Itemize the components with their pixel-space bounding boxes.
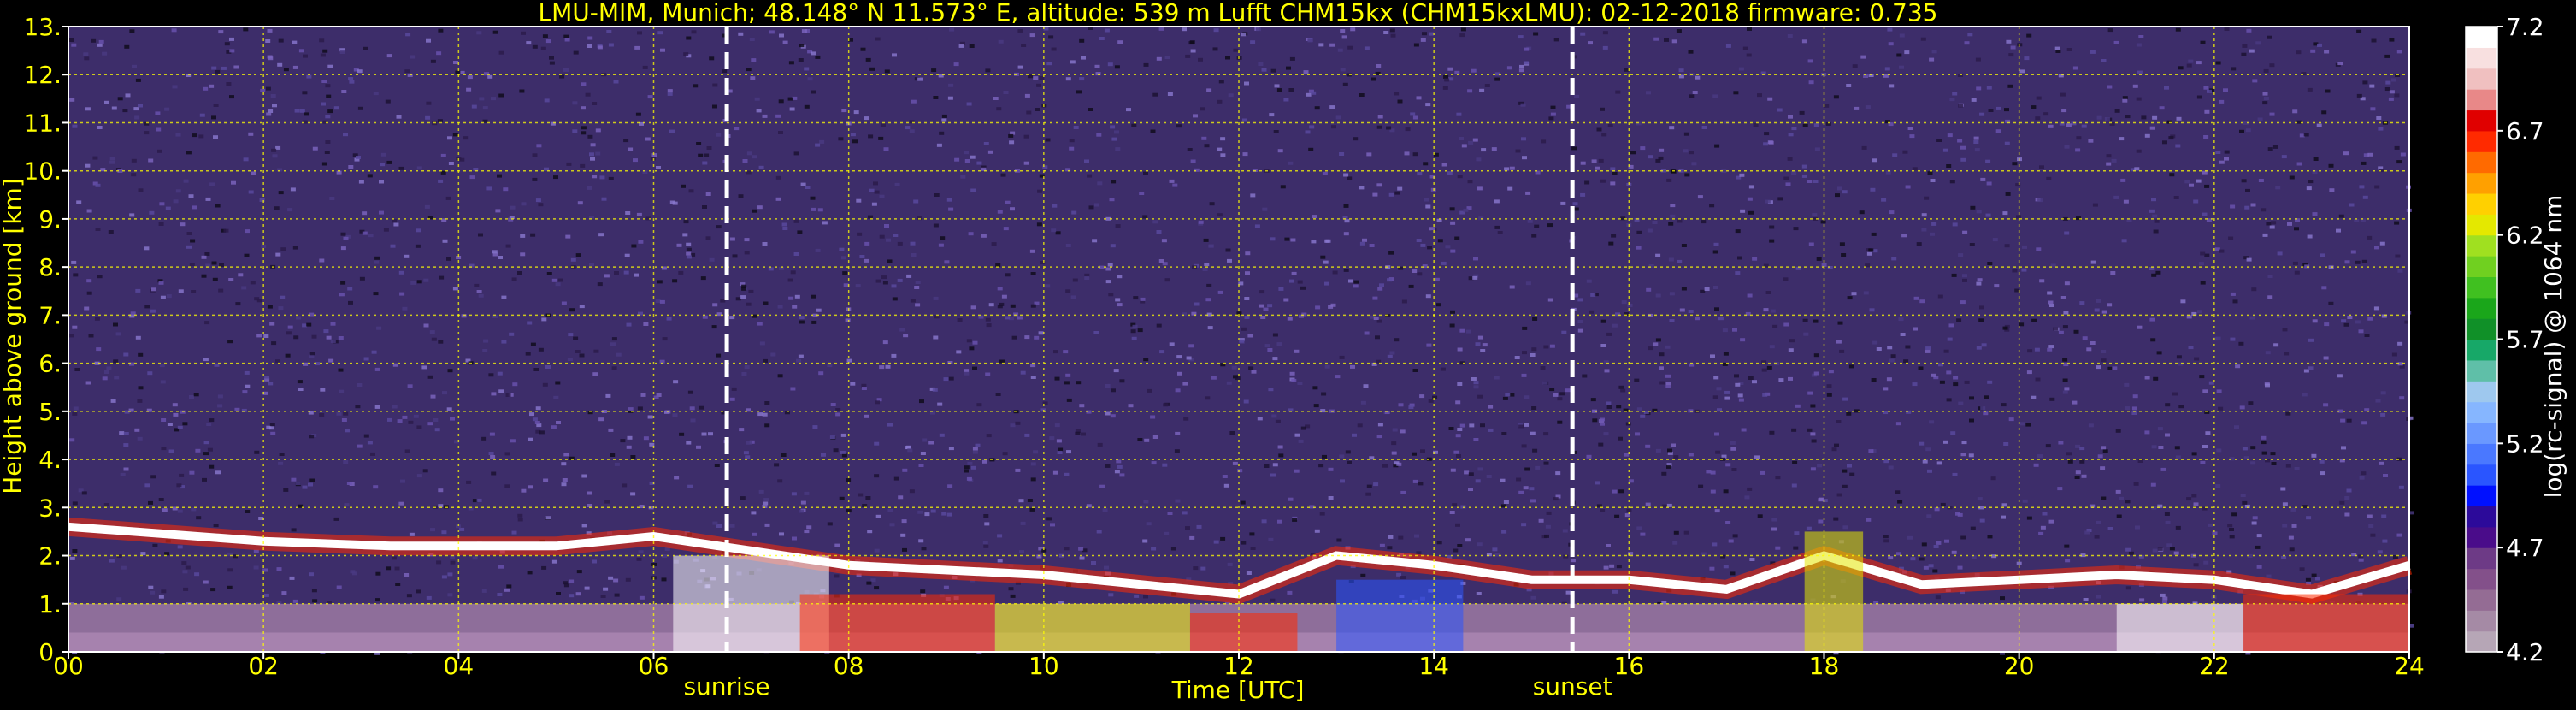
y-tick-label: 0. [38,638,62,666]
colorbar-label: log(rc-signal) @ 1064 nm [2539,195,2567,499]
y-tick-label: 2. [38,542,62,571]
x-tick-label: 06 [639,652,669,680]
colorbar-segment [2466,68,2497,90]
colorbar-tick-label: 6.7 [2506,117,2544,145]
x-tick-label: 18 [1809,652,1840,680]
colorbar-segment [2466,276,2497,299]
colorbar-segment [2466,214,2497,236]
colorbar-segment [2466,89,2497,111]
x-tick-label: 22 [2199,652,2230,680]
y-tick-label: 6. [38,350,62,378]
colorbar-segment [2466,297,2497,319]
colorbar-segment [2466,568,2497,590]
x-tick-label: 08 [834,652,864,680]
colorbar-segment [2466,256,2497,277]
colorbar-segment [2466,234,2497,257]
y-tick-label: 4. [38,446,62,474]
colorbar-segment [2466,610,2497,632]
y-tick-label: 11. [23,109,62,137]
ceilometer-figure: LMU-MIM, Munich; 48.148° N 11.573° E, al… [0,0,2576,707]
colorbar-segment [2466,151,2497,174]
colorbar-segment [2466,401,2497,423]
x-tick-label: 24 [2394,652,2425,680]
sunrise-label: sunrise [683,672,769,701]
colorbar-segment [2466,172,2497,194]
sunset-label: sunset [1533,672,1612,701]
y-tick-label: 5. [38,398,62,426]
y-tick-label: 1. [38,590,62,618]
colorbar-segment [2466,443,2497,465]
colorbar-segment [2466,192,2497,215]
x-tick-label: 20 [2004,652,2035,680]
y-axis-label: Height above ground [km] [0,178,27,494]
colorbar-segment [2466,589,2497,611]
colorbar-tick-label: 5.7 [2506,326,2544,354]
chart-title: LMU-MIM, Munich; 48.148° N 11.573° E, al… [539,0,1938,27]
y-tick-label: 13. [23,13,62,41]
colorbar-segment [2466,47,2497,69]
colorbar-segment [2466,485,2497,507]
colorbar-segment [2466,526,2497,548]
y-tick-label: 3. [38,494,62,522]
x-tick-label: 02 [248,652,279,680]
x-tick-label: 10 [1029,652,1059,680]
colorbar-segment [2466,318,2497,340]
colorbar-segment [2466,547,2497,570]
y-tick-label: 8. [38,253,62,281]
colorbar-tick-label: 7.2 [2506,13,2544,41]
colorbar-segment [2466,359,2497,382]
colorbar-tick-label: 6.2 [2506,222,2544,250]
x-tick-label: 04 [444,652,475,680]
y-tick-label: 9. [38,205,62,234]
x-tick-label: 16 [1614,652,1645,680]
colorbar-tick-label: 4.2 [2506,638,2544,666]
colorbar-segment [2466,422,2497,444]
plot-area: sunrise sunset00 02 04 06 08 10 12 14 16 18 20 22 240… [23,13,2424,701]
colorbar-segment [2466,27,2497,48]
y-tick-label: 10. [23,157,62,186]
colorbar-segment [2466,381,2497,403]
y-tick-label: 12. [23,61,62,89]
colorbar-segment [2466,130,2497,152]
colorbar-tick-label: 4.7 [2506,534,2544,562]
colorbar-tick-label: 5.2 [2506,429,2544,458]
colorbar-segment [2466,464,2497,486]
x-tick-label: 14 [1418,652,1449,680]
colorbar-segment [2466,339,2497,361]
y-tick-label: 7. [38,301,62,329]
colorbar-segment [2466,630,2497,653]
colorbar-segment [2466,109,2497,132]
x-axis-label: Time [UTC] [1171,676,1305,704]
colorbar-segment [2466,506,2497,528]
chart-svg: LMU-MIM, Munich; 48.148° N 11.573° E, al… [0,0,2576,707]
